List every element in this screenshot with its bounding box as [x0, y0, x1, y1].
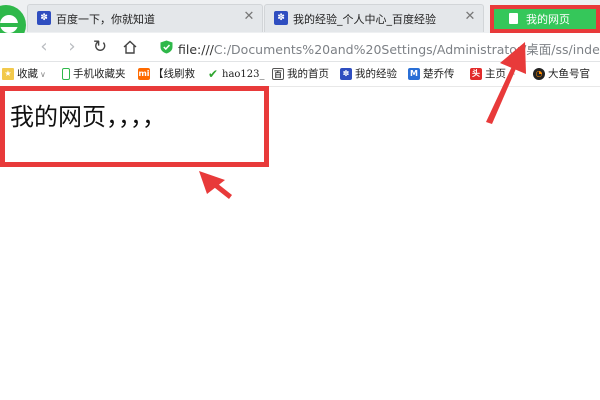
hao123-check-icon: ✔ — [207, 67, 219, 81]
bookmarks-bar: ★ 收藏 ∨ 手机收藏夹 mi 【线刷救 ✔ hao123_ 百我的首页 ✽ 我的经验 M… — [0, 62, 600, 87]
video-logo-icon: M — [408, 68, 420, 80]
star-folder-icon: ★ — [2, 68, 14, 80]
browser-window: ✽ 百度一下，你就知道 ✕ ✽ 我的经验_个人中心_百度经验 ✕ 我的网页 ‹ … — [0, 0, 600, 400]
baidu-home-icon: 百 — [272, 68, 284, 80]
address-input[interactable]: file:///C:/Documents%20and%20Settings/Ad… — [178, 39, 600, 58]
forward-arrow-icon[interactable]: › — [62, 37, 82, 57]
tab-baidu-home[interactable]: ✽ 百度一下，你就知道 ✕ — [27, 4, 263, 32]
mobile-phone-icon — [62, 68, 70, 80]
bookmark-label: 大鱼号官 — [548, 68, 590, 80]
document-icon — [509, 13, 518, 24]
bookmark-homepage[interactable]: 头主页 – — [470, 66, 515, 82]
bookmark-label: 主页 — [485, 68, 506, 80]
bookmark-label: 我的首页 — [287, 68, 329, 80]
reload-icon[interactable]: ↻ — [90, 37, 110, 57]
close-tab-icon[interactable]: ✕ — [463, 10, 477, 24]
dayu-icon: ◔ — [533, 68, 545, 80]
url-path: C:/Documents%20and%20Settings/Administra… — [213, 42, 600, 57]
bookmark-hao123[interactable]: ✔ hao123_ — [207, 66, 265, 82]
bookmark-dayu[interactable]: ◔ 大鱼号官 — [533, 66, 590, 82]
bookmark-favorites[interactable]: ★ 收藏 ∨ — [2, 66, 46, 82]
bookmark-chuqiao[interactable]: M 楚乔传 — [408, 66, 455, 82]
tab-title: 我的网页 — [526, 13, 570, 26]
bookmark-label: hao123_ — [222, 69, 265, 80]
back-arrow-icon[interactable]: ‹ — [34, 37, 54, 57]
baidu-paw-icon: ✽ — [340, 68, 352, 80]
mi-logo-icon: mi — [138, 68, 150, 80]
bookmark-flash-rescue[interactable]: mi 【线刷救 — [138, 66, 195, 82]
baidu-paw-icon: ✽ — [274, 11, 288, 25]
tab-title: 百度一下，你就知道 — [56, 13, 155, 26]
bookmark-label: 手机收藏夹 — [73, 68, 126, 80]
close-tab-icon[interactable]: ✕ — [242, 10, 256, 24]
bookmark-my-experience[interactable]: ✽ 我的经验 — [340, 66, 397, 82]
tab-baidu-experience[interactable]: ✽ 我的经验_个人中心_百度经验 ✕ — [264, 4, 484, 32]
chevron-down-icon: ∨ — [40, 70, 46, 79]
tab-title: 我的经验_个人中心_百度经验 — [293, 13, 436, 26]
heading-highlight-box — [0, 86, 269, 167]
address-toolbar: ‹ › ↻ file:///C:/Documents%20and%20Setti… — [0, 33, 600, 62]
separator: – — [510, 68, 516, 80]
shield-icon[interactable] — [160, 40, 173, 54]
toutiao-icon: 头 — [470, 68, 482, 80]
bookmark-my-homepage[interactable]: 百我的首页 — [272, 66, 329, 82]
tab-my-webpage-active[interactable]: 我的网页 — [490, 5, 600, 33]
baidu-paw-icon: ✽ — [37, 11, 51, 25]
bookmark-label: 【线刷救 — [153, 68, 195, 80]
bookmark-label: 收藏 — [17, 68, 38, 80]
bookmark-label: 楚乔传 — [423, 68, 455, 80]
bookmark-label: 我的经验 — [355, 68, 397, 80]
home-icon[interactable] — [120, 37, 140, 57]
bookmark-mobile-favorites[interactable]: 手机收藏夹 — [62, 66, 126, 82]
tab-strip: ✽ 百度一下，你就知道 ✕ ✽ 我的经验_个人中心_百度经验 ✕ 我的网页 — [0, 0, 600, 45]
url-scheme: file:/// — [178, 42, 214, 57]
